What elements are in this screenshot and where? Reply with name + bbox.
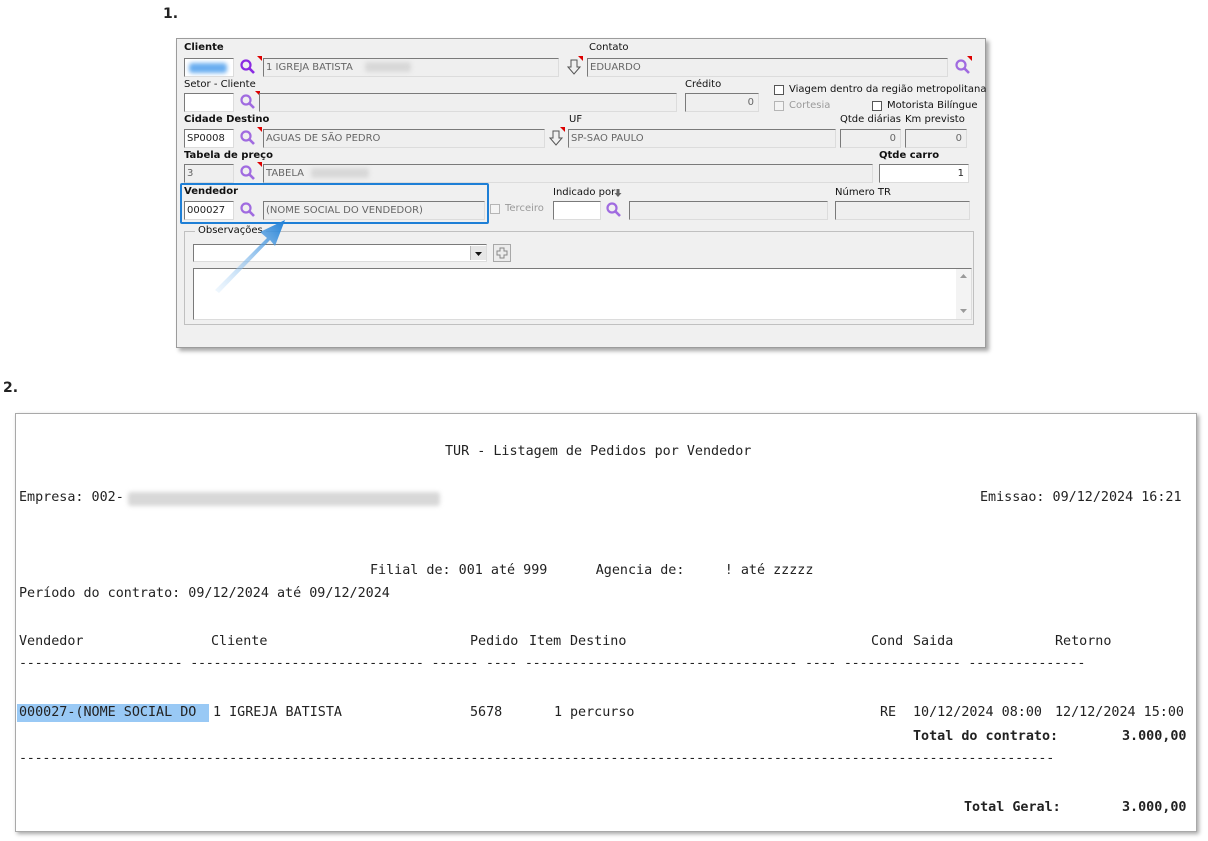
order-form-panel: Cliente 1 IGREJA BATISTA Contato EDUARDO… — [176, 38, 987, 348]
required-marker — [560, 127, 565, 132]
cortesia-checkbox — [774, 101, 784, 111]
contato-field: EDUARDO — [587, 58, 948, 77]
km-previsto-field: 0 — [905, 129, 967, 148]
row-destino: percurso — [570, 705, 635, 720]
cortesia-label: Cortesia — [789, 100, 831, 111]
credito-field: 0 — [685, 93, 759, 112]
total-contrato-value: 3.000,00 — [1122, 729, 1187, 744]
motorista-checkbox[interactable] — [872, 101, 882, 111]
header-vendedor: Vendedor — [19, 634, 84, 649]
textarea-scrollbar[interactable] — [956, 269, 971, 319]
cidade-code-field[interactable]: SP0008 — [184, 129, 234, 148]
report-title: TUR - Listagem de Pedidos por Vendedor — [445, 444, 752, 459]
header-saida: Saida — [913, 634, 954, 649]
total-geral-value: 3.000,00 — [1122, 800, 1187, 815]
blurred-text — [311, 168, 369, 178]
dropdown-button[interactable] — [470, 246, 486, 260]
row-pedido: 5678 — [470, 705, 503, 720]
cidade-label: Cidade Destino — [184, 114, 270, 125]
row-retorno: 12/12/2024 15:00 — [1055, 705, 1184, 720]
step-number-1: 1. — [163, 6, 179, 22]
row-cliente: 1 IGREJA BATISTA — [213, 705, 342, 720]
tabela-code-field: 3 — [184, 164, 234, 183]
cliente-code-field[interactable] — [184, 58, 234, 77]
contato-label: Contato — [589, 42, 629, 53]
setor-code-field[interactable] — [184, 93, 234, 112]
header-underline: --------------------- ------------------… — [19, 656, 1086, 671]
uf-field: SP-SAO PAULO — [568, 129, 836, 148]
indicado-code-field[interactable] — [553, 201, 601, 220]
emissao-text: Emissao: 09/12/2024 16:21 — [980, 490, 1182, 505]
required-marker — [257, 162, 262, 167]
setor-name-field — [259, 93, 677, 112]
cliente-search-icon[interactable] — [239, 58, 257, 76]
header-destino: Destino — [570, 634, 627, 649]
km-previsto-label: Km previsto — [905, 114, 965, 125]
row-item: 1 — [554, 705, 563, 720]
uf-label: UF — [569, 114, 583, 125]
empresa-label: Empresa: 002- — [19, 490, 124, 505]
step-number-2: 2. — [3, 380, 19, 396]
tabela-search-icon[interactable] — [239, 164, 257, 182]
required-marker — [967, 56, 972, 61]
qtde-carro-field[interactable]: 1 — [879, 164, 969, 183]
blurred-text — [365, 62, 411, 72]
cidade-name-field: AGUAS DE SÃO PEDRO — [263, 129, 545, 148]
indicado-name-field — [629, 201, 828, 220]
header-retorno: Retorno — [1055, 634, 1112, 649]
scroll-arrows-icon — [960, 274, 967, 313]
plus-icon — [496, 247, 508, 259]
cliente-label: Cliente — [184, 42, 224, 53]
viagem-label: Viagem dentro da região metropolitana — [789, 84, 987, 95]
separator-line: ----------------------------------------… — [19, 751, 1054, 766]
qtde-diarias-field: 0 — [840, 129, 901, 148]
indicado-search-icon[interactable] — [605, 201, 623, 219]
vendedor-name-field: (NOME SOCIAL DO VENDEDOR) — [263, 201, 485, 220]
required-marker — [578, 56, 583, 61]
total-geral-label: Total Geral: — [964, 800, 1061, 815]
callout-arrow-icon — [215, 220, 285, 293]
required-marker — [257, 127, 262, 132]
cidade-search-icon[interactable] — [239, 129, 257, 147]
header-cond: Cond — [871, 634, 904, 649]
blurred-company-name — [128, 492, 440, 506]
setor-label: Setor - Cliente — [184, 79, 256, 90]
report-panel: TUR - Listagem de Pedidos por Vendedor E… — [15, 413, 1197, 832]
filtros-text: Filial de: 001 até 999 Agencia de: ! até… — [370, 563, 814, 578]
required-marker — [257, 56, 262, 61]
viagem-checkbox[interactable] — [774, 85, 784, 95]
terceiro-checkbox — [490, 204, 500, 214]
terceiro-label: Terceiro — [505, 203, 544, 214]
qtde-diarias-label: Qtde diárias — [840, 114, 901, 125]
periodo-text: Período do contrato: 09/12/2024 até 09/1… — [19, 586, 390, 601]
motorista-label: Motorista Bilíngue — [887, 100, 978, 111]
qtde-carro-label: Qtde carro — [879, 150, 940, 161]
header-pedido: Pedido — [470, 634, 519, 649]
indicado-label: Indicado por — [553, 187, 616, 198]
down-arrow-icon — [614, 189, 622, 197]
chevron-down-icon — [475, 252, 482, 256]
numero-tr-field — [835, 201, 970, 220]
header-cliente: Cliente — [211, 634, 268, 649]
add-observation-button[interactable] — [493, 244, 511, 262]
observacoes-textarea[interactable] — [193, 268, 972, 320]
header-item: Item — [529, 634, 562, 649]
vendedor-label: Vendedor — [184, 186, 238, 197]
total-contrato-label: Total do contrato: — [913, 729, 1059, 744]
row-saida: 10/12/2024 08:00 — [913, 705, 1042, 720]
tabela-label: Tabela de preço — [184, 150, 273, 161]
numero-tr-label: Número TR — [835, 187, 891, 198]
row-cond: RE — [880, 705, 897, 720]
row-vendedor: 000027-(NOME SOCIAL DO — [19, 705, 197, 720]
cliente-name-field: 1 IGREJA BATISTA — [263, 58, 559, 77]
credito-label: Crédito — [685, 79, 722, 90]
